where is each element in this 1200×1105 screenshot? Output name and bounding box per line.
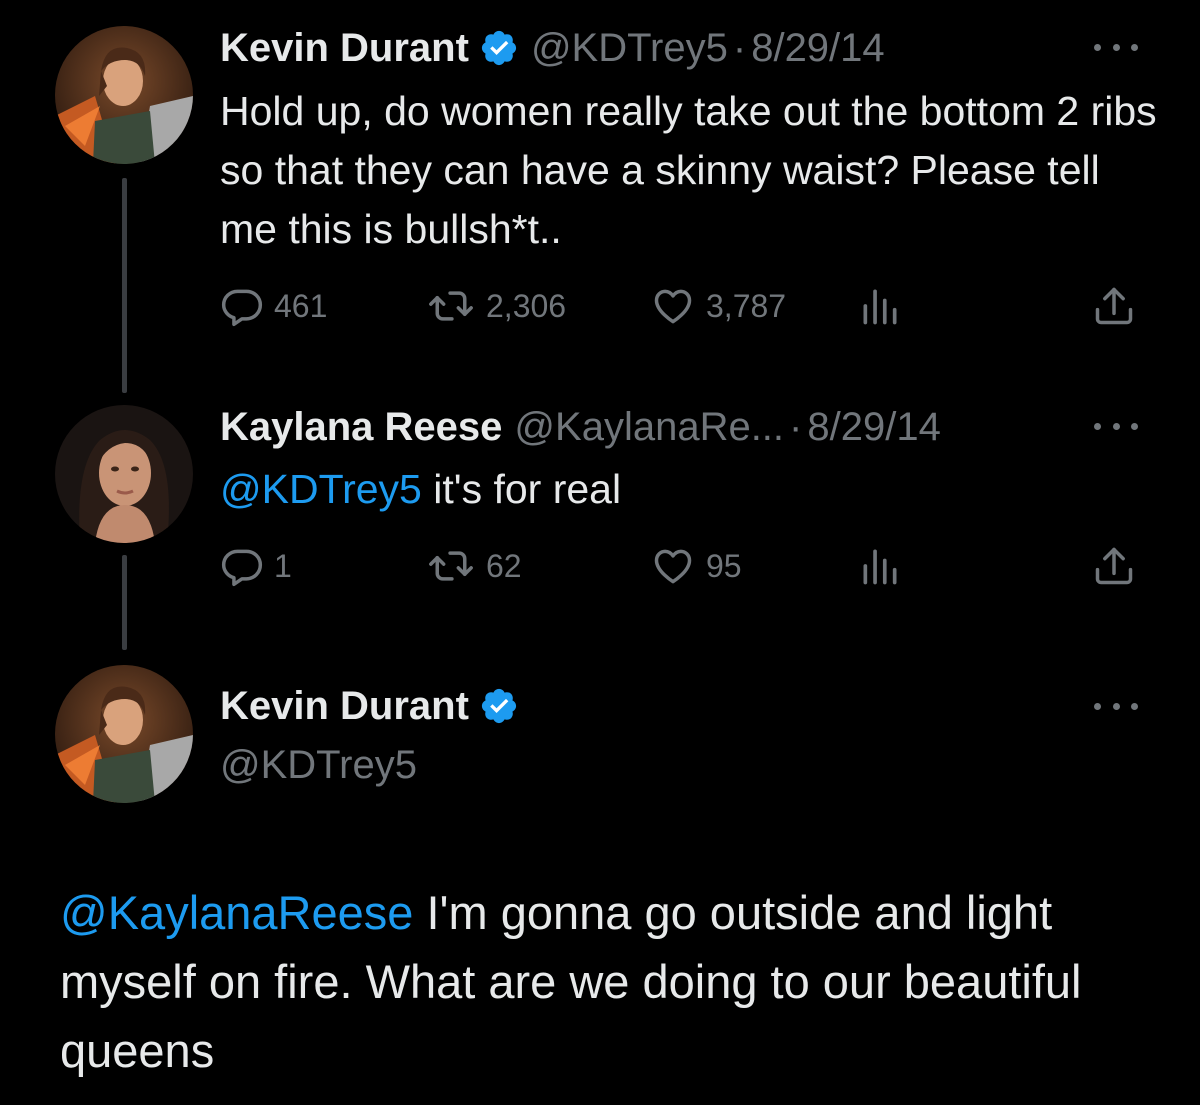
- author-name[interactable]: Kaylana Reese: [220, 402, 502, 452]
- meta-separator: ·: [789, 405, 803, 449]
- reply-button[interactable]: 461: [220, 284, 327, 328]
- avatar[interactable]: [55, 665, 193, 803]
- tweet-date[interactable]: 8/29/14: [751, 23, 884, 73]
- more-options-icon[interactable]: [1094, 696, 1138, 716]
- retweet-icon: [429, 551, 473, 581]
- tweet-text: @KDTrey5 it's for real: [220, 460, 1160, 519]
- reply-count: 461: [274, 287, 328, 324]
- avatar[interactable]: [55, 26, 193, 164]
- views-icon: [863, 289, 897, 325]
- share-button[interactable]: [1092, 284, 1136, 328]
- like-icon: [654, 549, 692, 584]
- like-icon: [654, 289, 692, 324]
- reply-count: 1: [274, 547, 292, 584]
- tweet-body: it's for real: [421, 466, 622, 512]
- views-icon: [863, 549, 897, 585]
- mention-link[interactable]: @KDTrey5: [220, 466, 422, 512]
- reply-icon: [221, 549, 263, 587]
- like-count: 3,787: [706, 287, 787, 324]
- tweet-header: Kaylana Reese @KaylanaRe... · 8/29/14: [220, 402, 941, 452]
- author-handle[interactable]: @KDTrey5: [531, 23, 728, 73]
- reply-button[interactable]: 1: [220, 544, 292, 588]
- tweet-header: Kevin Durant: [220, 681, 519, 731]
- tweet-text: @KaylanaReese I'm gonna go outside and l…: [60, 878, 1160, 1085]
- views-button[interactable]: [858, 544, 902, 588]
- meta-separator: ·: [732, 26, 747, 70]
- retweet-count: 2,306: [486, 287, 567, 324]
- thread-connector-line: [122, 555, 127, 650]
- share-button[interactable]: [1092, 544, 1136, 588]
- author-name[interactable]: Kevin Durant: [220, 681, 469, 731]
- animated-character-avatar-icon: [55, 26, 193, 164]
- share-icon: [1095, 547, 1133, 585]
- animated-character-avatar-icon: [55, 665, 193, 803]
- tweet-actions: 1 62 95: [220, 544, 1140, 588]
- tweet-text: Hold up, do women really take out the bo…: [220, 88, 1157, 252]
- more-options-icon[interactable]: [1094, 37, 1138, 57]
- retweet-icon: [429, 291, 473, 321]
- verified-badge-icon: [479, 28, 519, 68]
- reply-icon: [221, 289, 263, 327]
- mention-link[interactable]: @KaylanaReese: [60, 886, 413, 939]
- tweet-date[interactable]: 8/29/14: [807, 402, 940, 452]
- tweet-header: Kevin Durant @KDTrey5 · 8/29/14: [220, 23, 885, 73]
- more-options-icon[interactable]: [1094, 416, 1138, 436]
- like-count: 95: [706, 547, 742, 584]
- retweet-count: 62: [486, 547, 522, 584]
- views-button[interactable]: [858, 284, 902, 328]
- author-handle[interactable]: @KaylanaRe...: [514, 402, 784, 452]
- like-button[interactable]: 3,787: [650, 284, 786, 328]
- author-handle[interactable]: @KDTrey5: [220, 740, 417, 790]
- retweet-button[interactable]: 62: [426, 544, 522, 588]
- retweet-button[interactable]: 2,306: [426, 284, 566, 328]
- verified-badge-icon: [479, 686, 519, 726]
- share-icon: [1095, 287, 1133, 325]
- tweet-actions: 461 2,306 3,787: [220, 284, 1140, 328]
- author-name[interactable]: Kevin Durant: [220, 23, 469, 73]
- thread-connector-line: [122, 178, 127, 393]
- avatar[interactable]: [55, 405, 193, 543]
- like-button[interactable]: 95: [650, 544, 742, 588]
- woman-portrait-avatar-icon: [55, 405, 193, 543]
